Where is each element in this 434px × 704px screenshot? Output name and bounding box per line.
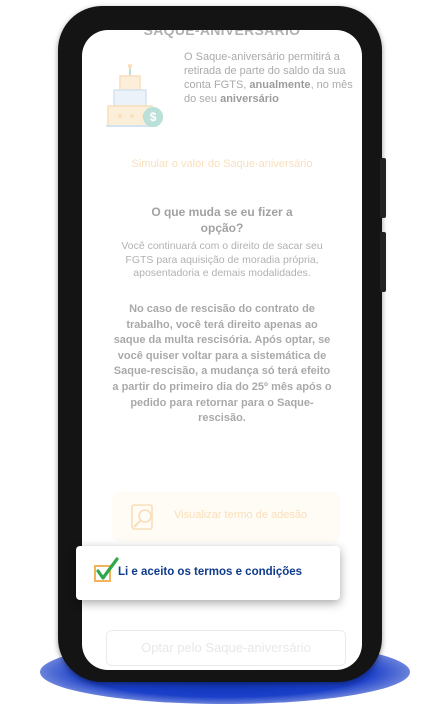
dollar-coin-icon: $ [142, 106, 164, 128]
simulate-link[interactable]: Simular o valor do Saque-aniversário [82, 158, 362, 170]
accept-terms-card[interactable]: Li e aceito os termos e condições [76, 546, 340, 600]
phone-side-button-top [380, 158, 386, 218]
intro-text: O Saque-aniversário permitirá a retirada… [184, 50, 354, 106]
accept-terms-label: Li e aceito os termos e condições [118, 566, 303, 578]
body-text: Você continuará com o direito de sacar s… [121, 240, 323, 279]
search-document-icon [131, 504, 153, 530]
view-terms-button[interactable]: Visualizar termo de adesão [112, 492, 340, 542]
question-heading: O que muda se eu fizer a opção? [151, 205, 293, 235]
body-bold-text: No caso de rescisão do contrato de traba… [112, 303, 332, 425]
section-title: SAQUE-ANIVERSÁRIO [143, 30, 301, 38]
intro-bold-anualmente: anualmente [249, 79, 311, 91]
view-terms-label: Visualizar termo de adesão [174, 509, 308, 521]
svg-text:$: $ [150, 110, 157, 124]
opt-saque-aniversario-button[interactable]: Optar pelo Saque-aniversário [106, 630, 346, 666]
phone-side-button-bottom [380, 232, 386, 292]
intro-bold-aniversario: aniversário [220, 93, 279, 105]
